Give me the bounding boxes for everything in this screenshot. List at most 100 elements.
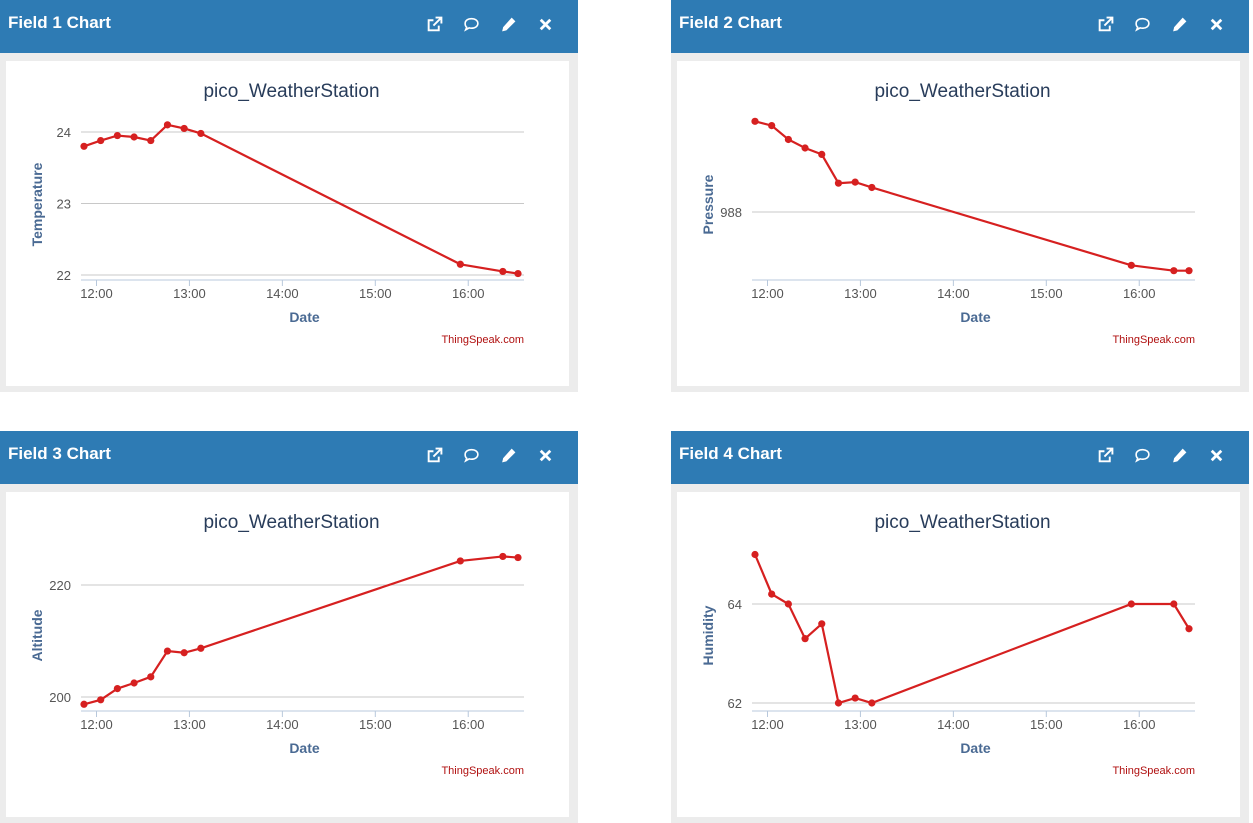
y-tick-label: 24 [57,125,71,140]
data-point[interactable] [751,550,759,559]
pencil-icon[interactable] [1169,14,1190,35]
data-point[interactable] [180,649,188,657]
chart-title: pico_WeatherStation [874,512,1050,533]
data-point[interactable] [834,699,843,707]
chart-svg: pico_WeatherStation 200 220 12:00 13:00 14:00… [29,512,524,777]
y-axis-label: Pressure [700,174,716,234]
data-point[interactable] [97,696,105,704]
comment-icon[interactable] [461,445,482,466]
data-point[interactable] [1170,600,1178,608]
x-tick-label: 14:00 [266,717,299,732]
y-tick-label: 64 [728,597,742,612]
data-point[interactable] [97,136,105,145]
data-point[interactable] [130,679,138,687]
data-point[interactable] [113,131,121,140]
data-point[interactable] [1127,600,1135,608]
data-point[interactable] [1170,267,1178,275]
data-point[interactable] [456,557,464,565]
data-point[interactable] [80,700,88,708]
x-tick-label: 13:00 [844,717,877,732]
data-point[interactable] [818,150,826,158]
data-point[interactable] [147,136,155,145]
chart-svg: pico_WeatherStation 988 12:00 13:00 14:00 15:… [700,81,1195,346]
close-icon[interactable] [1206,14,1227,35]
data-point[interactable] [868,699,876,707]
x-tick-label: 12:00 [751,286,784,301]
chart-container: pico_WeatherStation 22 23 24 12:00 13:00 14:00… [6,61,569,386]
data-point[interactable] [801,144,809,152]
data-point[interactable] [818,620,826,628]
x-tick-label: 12:00 [80,717,113,732]
data-point[interactable] [768,122,776,130]
data-point[interactable] [113,685,121,693]
data-point[interactable] [147,673,155,681]
data-point[interactable] [1185,625,1193,633]
panel-header: Field 3 Chart [0,431,578,484]
data-point[interactable] [851,694,859,702]
data-point[interactable] [499,267,507,276]
chart-panel: Field 4 Chart pico_WeatherStation 62 64 12:0… [671,431,1249,823]
y-tick-label: 220 [49,578,71,593]
x-tick-label: 14:00 [937,286,970,301]
series-line [753,554,1190,705]
chart-panel: Field 3 Chart pico_WeatherStation 200 220 12… [0,431,578,823]
external-link-icon[interactable] [424,14,445,35]
x-tick-label: 13:00 [844,286,877,301]
data-point[interactable] [768,590,776,598]
comment-icon[interactable] [1132,445,1153,466]
series-line [83,555,519,706]
pencil-icon[interactable] [1169,445,1190,466]
data-point[interactable] [801,635,809,643]
data-point[interactable] [456,260,464,268]
data-point[interactable] [197,129,205,138]
panel-title: Field 2 Chart [679,13,782,32]
credits-link[interactable]: ThingSpeak.com [1112,334,1195,346]
pencil-icon[interactable] [498,445,519,466]
external-link-icon[interactable] [1095,14,1116,35]
close-icon[interactable] [1206,445,1227,466]
data-point[interactable] [1127,261,1135,269]
data-point[interactable] [868,183,876,192]
external-link-icon[interactable] [1095,445,1116,466]
x-tick-label: 15:00 [1030,717,1063,732]
data-point[interactable] [130,133,138,141]
chart-title: pico_WeatherStation [203,81,379,102]
panel-header: Field 4 Chart [671,431,1249,484]
data-point[interactable] [834,179,843,187]
panel-title: Field 1 Chart [8,13,111,32]
chart-container: pico_WeatherStation 200 220 12:00 13:00 14:00… [6,492,569,817]
close-icon[interactable] [535,445,556,466]
data-point[interactable] [163,121,172,129]
credits-link[interactable]: ThingSpeak.com [441,765,524,777]
y-axis-label: Temperature [29,162,45,246]
credits-link[interactable]: ThingSpeak.com [1112,765,1195,777]
data-point[interactable] [751,117,759,125]
data-point[interactable] [80,142,88,150]
data-point[interactable] [514,269,522,278]
data-point[interactable] [197,644,205,652]
data-point[interactable] [784,600,792,608]
x-tick-label: 15:00 [359,286,392,301]
x-tick-label: 16:00 [1123,717,1156,732]
data-point[interactable] [180,124,188,133]
external-link-icon[interactable] [424,445,445,466]
y-tick-label: 200 [49,690,71,705]
x-axis-label: Date [289,740,320,756]
y-tick-label: 23 [57,197,71,212]
data-point[interactable] [784,135,792,144]
close-icon[interactable] [535,14,556,35]
data-point[interactable] [514,553,522,562]
pencil-icon[interactable] [498,14,519,35]
data-point[interactable] [851,178,859,186]
chart-svg: pico_WeatherStation 62 64 12:00 13:00 14:00 15… [700,512,1195,777]
data-point[interactable] [499,552,507,561]
credits-link[interactable]: ThingSpeak.com [441,334,524,346]
panel-actions [424,445,556,466]
panel-title: Field 3 Chart [8,444,111,463]
comment-icon[interactable] [1132,14,1153,35]
chart-panel: Field 1 Chart pico_WeatherStation 22 23 24 12… [0,0,578,392]
comment-icon[interactable] [461,14,482,35]
data-point[interactable] [1185,267,1193,275]
data-point[interactable] [163,647,172,655]
y-tick-label: 62 [728,696,742,711]
